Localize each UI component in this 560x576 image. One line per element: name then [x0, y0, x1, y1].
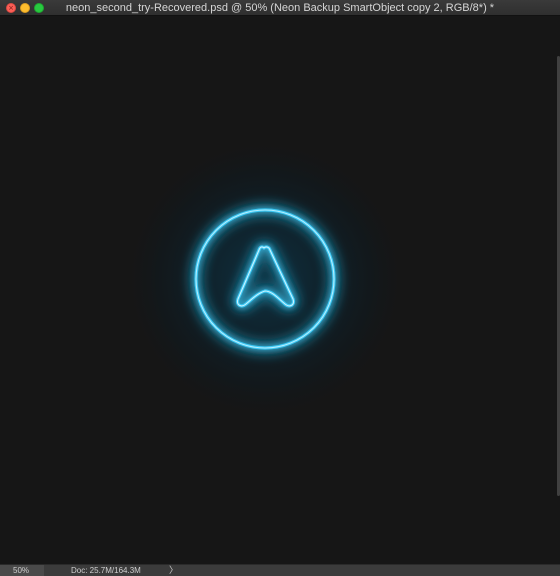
title-bar[interactable]: × neon_second_try-Recovered.psd @ 50% (N… — [0, 0, 560, 16]
status-menu-arrow-icon[interactable]: 〉 — [169, 565, 178, 576]
neon-logo-artwork — [120, 134, 410, 424]
close-icon: × — [8, 4, 14, 12]
photoshop-document-window: × neon_second_try-Recovered.psd @ 50% (N… — [0, 0, 560, 576]
vertical-scrollbar[interactable] — [555, 16, 560, 564]
zoom-button[interactable] — [34, 3, 44, 13]
window-title: neon_second_try-Recovered.psd @ 50% (Neo… — [65, 2, 495, 14]
neon-halo — [120, 134, 410, 424]
minimize-button[interactable] — [20, 3, 30, 13]
document-size-info[interactable]: Doc: 25.7M/164.3M — [71, 565, 141, 576]
document-canvas[interactable] — [0, 16, 560, 564]
status-bar: 50% Doc: 25.7M/164.3M 〉 — [0, 564, 560, 576]
zoom-level-field[interactable]: 50% — [0, 565, 44, 576]
close-button[interactable]: × — [6, 3, 16, 13]
